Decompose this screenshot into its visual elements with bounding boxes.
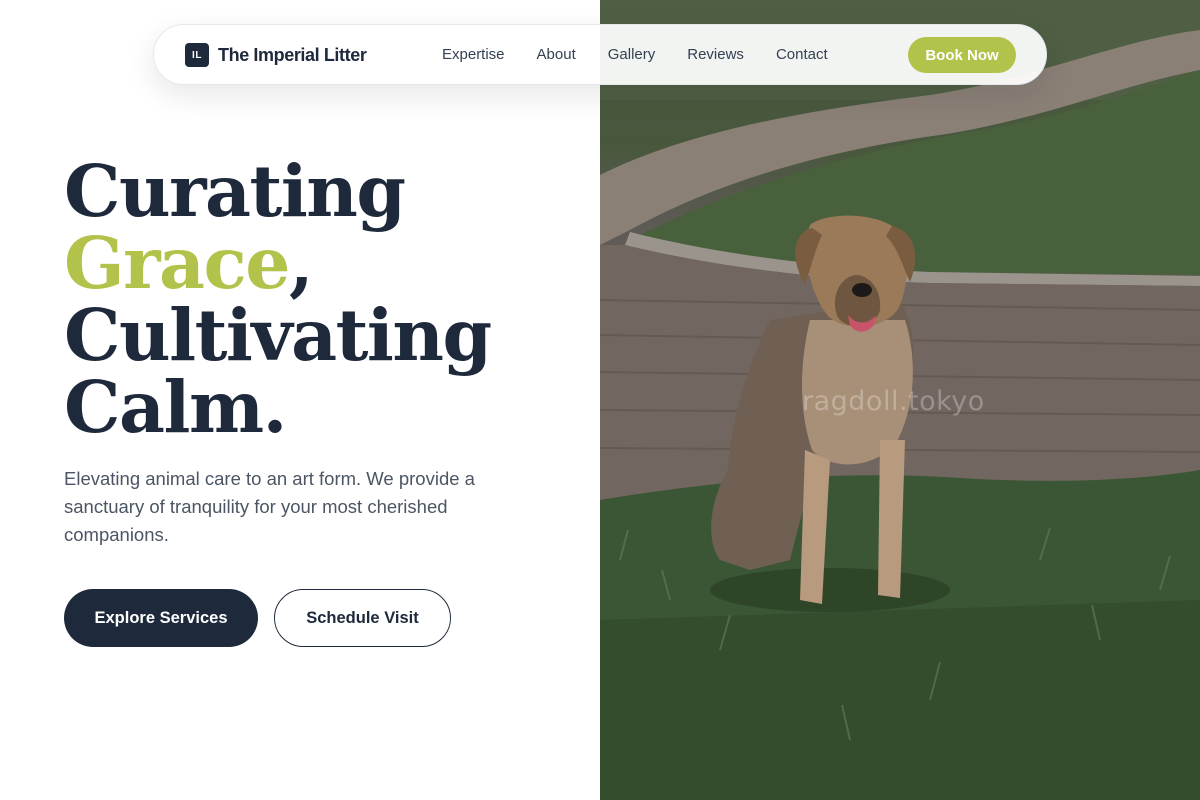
nav-link-gallery[interactable]: Gallery [608,46,656,63]
nav-links: Expertise About Gallery Reviews Contact [442,46,828,63]
hero-headline: Curating Grace, Cultivating Calm. [64,155,584,443]
headline-line-4: Calm. [64,365,287,449]
brand-name: The Imperial Litter [218,44,367,65]
headline-line-1: Curating [64,149,406,233]
brand-logo-icon: IL [185,43,209,67]
explore-services-button[interactable]: Explore Services [64,589,258,647]
navigation-bar: IL The Imperial Litter Expertise About G… [153,24,1047,85]
hero-photo: ragdoll.tokyo [600,0,1200,800]
nav-link-contact[interactable]: Contact [776,46,828,63]
hero-description: Elevating animal care to an art form. We… [64,468,475,545]
headline-line-3: Cultivating [64,293,492,377]
nav-link-about[interactable]: About [537,46,576,63]
headline-line-2: Grace, [64,227,584,299]
nav-link-expertise[interactable]: Expertise [442,46,505,63]
brand[interactable]: IL The Imperial Litter [185,43,367,67]
book-now-button[interactable]: Book Now [908,37,1016,73]
schedule-visit-button[interactable]: Schedule Visit [274,589,451,647]
photo-watermark: ragdoll.tokyo [802,386,985,417]
nav-link-reviews[interactable]: Reviews [687,46,744,63]
